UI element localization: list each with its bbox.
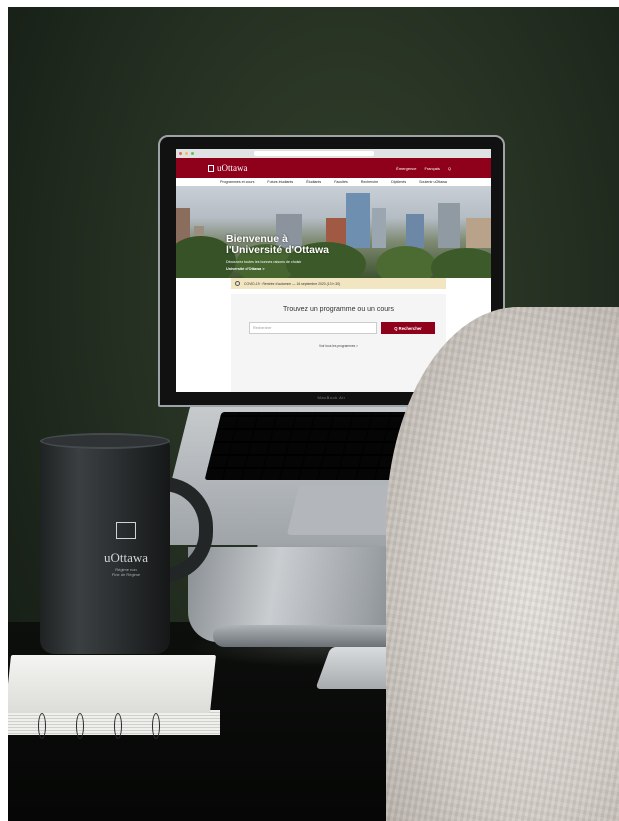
building [406, 214, 424, 248]
hero-title: Bienvenue à l'Université d'Ottawa [226, 234, 329, 256]
hero-subtitle: Découvrez toutes les bonnes raisons de c… [226, 260, 302, 264]
mug-small-line: Fine de Régime [111, 572, 141, 577]
mug-small-text: Régime non Fine de Régime [96, 567, 156, 577]
header-link: Émergence [396, 165, 417, 171]
spiral-binding [76, 713, 84, 739]
university-crest-icon [208, 164, 214, 172]
site-logo: uOttawa [208, 163, 248, 173]
tree [431, 248, 491, 278]
tree [376, 246, 436, 278]
nav-item: Futurs étudiants [267, 180, 294, 184]
building [438, 203, 460, 248]
spiral-binding [114, 713, 122, 739]
building [466, 218, 491, 248]
close-dot-icon [179, 152, 182, 155]
photograph: uOttawa Émergence Français Q Programmes … [8, 7, 619, 821]
building [346, 193, 370, 248]
search-input: Rechercher [249, 322, 377, 334]
nav-item: Recherche [360, 180, 379, 184]
sweater-arm [386, 307, 619, 821]
header-links: Émergence Français Q [396, 166, 451, 171]
header-link: Français [424, 165, 440, 171]
hero-title-line: l'Université d'Ottawa [226, 244, 330, 256]
site-header: uOttawa Émergence Français Q [176, 158, 491, 178]
nav-item: Facultés [334, 180, 348, 184]
minimize-dot-icon [185, 152, 188, 155]
notebook [8, 655, 223, 745]
notebook-cover [8, 655, 217, 713]
university-crest-icon [116, 522, 136, 539]
nav-item: Étudiants [306, 180, 322, 184]
mug-rim [40, 433, 170, 449]
alert-text: COVID-19 : Rentrée d'automne — 16 septem… [244, 281, 341, 286]
photo-scene: uOttawa Émergence Français Q Programmes … [0, 0, 619, 821]
site-navigation: Programmes et cours Futurs étudiants Étu… [176, 178, 491, 186]
spiral-binding [38, 713, 46, 739]
spiral-binding [152, 713, 160, 739]
search-icon: Q [447, 165, 451, 171]
alert-banner: COVID-19 : Rentrée d'automne — 16 septem… [231, 278, 446, 289]
knit-texture [386, 307, 619, 821]
nav-item: Programmes et cours [220, 180, 255, 184]
hero-cityscape: Bienvenue à l'Université d'Ottawa Découv… [176, 186, 491, 278]
mug-brand-text: uOttawa [103, 550, 149, 565]
mug [40, 439, 170, 654]
nav-item: Diplômés [391, 180, 407, 184]
info-icon [235, 281, 240, 286]
logo-text: uOttawa [217, 163, 248, 173]
address-bar [254, 151, 374, 156]
browser-toolbar [176, 149, 491, 158]
maximize-dot-icon [191, 152, 194, 155]
building [372, 208, 386, 248]
hero-link: Université d'Ottawa > [226, 267, 265, 271]
nav-item: Soutenir uOttawa [419, 180, 447, 184]
